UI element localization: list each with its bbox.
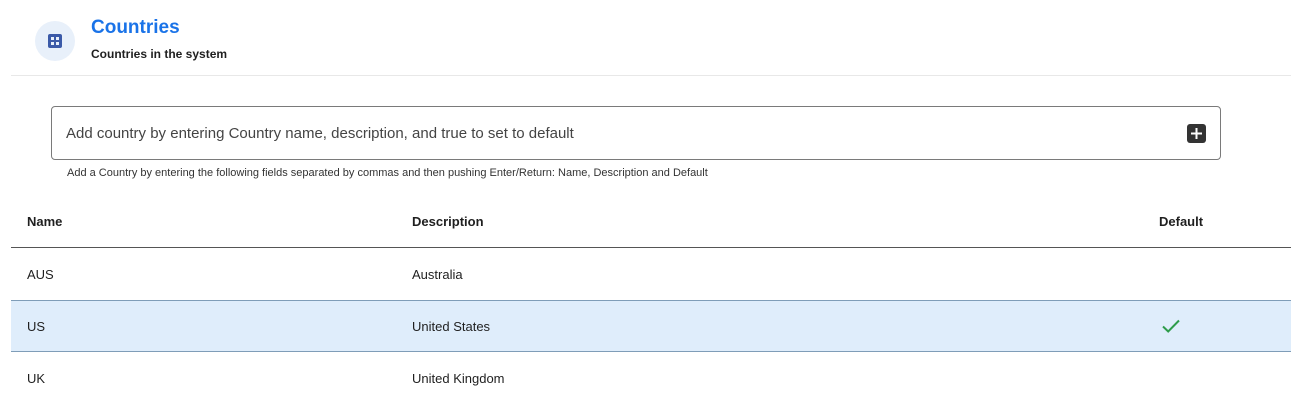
table-row[interactable]: US United States [11, 300, 1291, 352]
table-header-row: Name Description Default [11, 195, 1291, 248]
cell-default [1161, 301, 1181, 351]
table-row[interactable]: UK United Kingdom [11, 352, 1291, 404]
add-box-icon[interactable] [1187, 124, 1206, 143]
countries-table: Name Description Default AUS Australia U… [11, 195, 1291, 404]
add-country-input[interactable] [66, 107, 1166, 159]
table-row[interactable]: AUS Australia [11, 248, 1291, 300]
cell-description: United Kingdom [412, 370, 505, 386]
column-header-name[interactable]: Name [27, 195, 62, 247]
cell-description: Australia [412, 266, 463, 282]
column-header-description[interactable]: Description [412, 195, 484, 247]
page-subtitle: Countries in the system [91, 47, 228, 61]
add-country-helper-text: Add a Country by entering the following … [67, 167, 708, 179]
cell-name: AUS [27, 266, 54, 282]
cell-description: United States [412, 318, 491, 334]
checkmark-icon [1162, 319, 1180, 333]
grid-icon [35, 21, 75, 61]
page-header: Countries Countries in the system [11, 0, 1291, 76]
add-country-field [51, 106, 1221, 160]
page-title: Countries [91, 17, 180, 38]
cell-name: UK [27, 370, 46, 386]
cell-name: US [27, 318, 46, 334]
column-header-default[interactable]: Default [1159, 195, 1203, 247]
